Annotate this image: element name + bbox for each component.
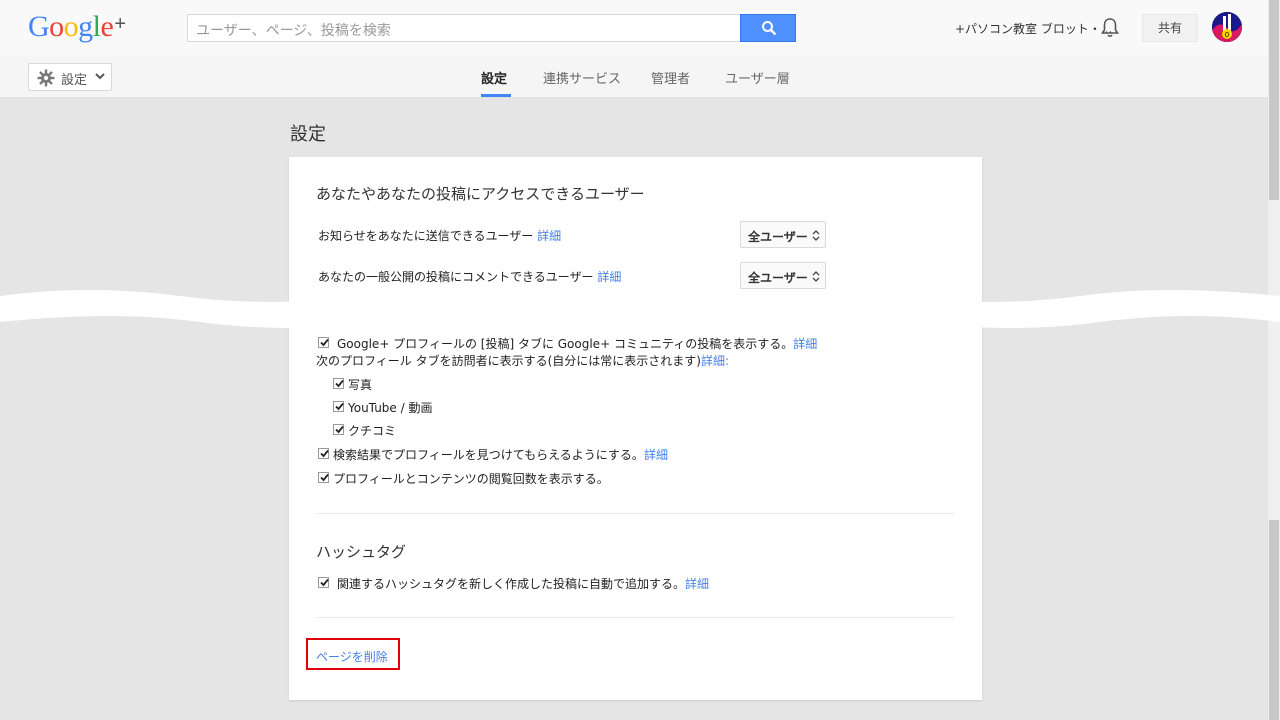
- check-icon: [320, 578, 329, 587]
- auto-hashtag-details-link[interactable]: 詳細: [685, 577, 709, 591]
- community-posts-label: Google+ プロフィールの [投稿] タブに Google+ コミュニティの…: [337, 337, 794, 351]
- view-counts-checkbox[interactable]: [318, 472, 329, 483]
- logo-plus: +: [114, 13, 126, 35]
- check-icon: [320, 338, 329, 347]
- logo-text: Google: [28, 10, 114, 43]
- comments-setting-label: あなたの一般公開の投稿にコメントできるユーザー: [318, 270, 594, 284]
- select-arrows-icon: [812, 230, 820, 241]
- comments-audience-select[interactable]: 全ユーザー: [740, 262, 826, 289]
- auto-hashtag-checkbox[interactable]: [318, 577, 329, 588]
- chevron-down-icon: [95, 73, 105, 80]
- check-icon: [335, 425, 344, 434]
- hashtag-section-title: ハッシュタグ: [316, 543, 407, 561]
- notifications-audience-value: 全ユーザー: [748, 230, 808, 244]
- tab-audience[interactable]: ユーザー層: [725, 68, 790, 87]
- page-title: 設定: [290, 124, 326, 145]
- avatar-icon: 0: [1212, 12, 1242, 42]
- auto-hashtag-label: 関連するハッシュタグを新しく作成した投稿に自動で追加する。: [337, 577, 686, 591]
- youtube-tab-label: YouTube / 動画: [348, 401, 433, 415]
- active-tab-indicator: [481, 94, 511, 97]
- access-section-title: あなたやあなたの投稿にアクセスできるユーザー: [316, 185, 645, 203]
- notifications-setting-label: お知らせをあなたに送信できるユーザー: [318, 229, 534, 243]
- visible-tabs-details-link[interactable]: 詳細:: [701, 354, 729, 368]
- notifications-audience-select[interactable]: 全ユーザー: [740, 221, 826, 248]
- share-button[interactable]: 共有: [1142, 14, 1198, 42]
- auto-hashtag-row: 関連するハッシュタグを新しく作成した投稿に自動で追加する。詳細: [337, 575, 709, 592]
- torn-page-edge: [0, 290, 1280, 328]
- reviews-tab-checkbox[interactable]: [333, 424, 344, 435]
- delete-page-link[interactable]: ページを削除: [316, 648, 388, 665]
- search-discovery-checkbox[interactable]: [318, 448, 329, 459]
- settings-menu-label: 設定: [61, 73, 88, 88]
- community-posts-details-link[interactable]: 詳細: [793, 337, 817, 351]
- reviews-tab-label: クチコミ: [348, 424, 397, 438]
- search-discovery-details-link[interactable]: 詳細: [644, 448, 668, 462]
- photos-tab-label: 写真: [348, 378, 373, 392]
- search-button[interactable]: [740, 14, 796, 42]
- avatar[interactable]: 0: [1212, 12, 1242, 42]
- sub-navigation: 設定 設定 連携サービス 管理者 ユーザー層: [0, 56, 1280, 98]
- search-input[interactable]: ユーザー、ページ、投稿を検索: [187, 14, 741, 42]
- comments-audience-value: 全ユーザー: [748, 271, 808, 285]
- scrollbar-thumb-lower[interactable]: [1269, 520, 1279, 720]
- check-icon: [335, 379, 344, 388]
- tab-connected-services[interactable]: 連携サービス: [543, 68, 621, 87]
- tab-managers[interactable]: 管理者: [651, 68, 690, 87]
- tab-settings[interactable]: 設定: [481, 68, 507, 87]
- view-counts-label: プロフィールとコンテンツの閲覧回数を表示する。: [333, 472, 609, 486]
- community-posts-checkbox[interactable]: [318, 337, 329, 348]
- account-name[interactable]: +パソコン教室 ブロット・...: [955, 20, 1112, 37]
- comments-details-link[interactable]: 詳細: [597, 270, 621, 284]
- visible-tabs-row: 次のプロフィール タブを訪問者に表示する(自分には常に表示されます)詳細:: [316, 352, 729, 369]
- photos-tab-checkbox[interactable]: [333, 378, 344, 389]
- community-posts-row: Google+ プロフィールの [投稿] タブに Google+ コミュニティの…: [337, 335, 817, 352]
- search-discovery-row: 検索結果でプロフィールを見つけてもらえるようにする。詳細: [333, 446, 668, 463]
- notifications-button[interactable]: [1100, 17, 1120, 43]
- check-icon: [320, 449, 329, 458]
- gear-icon: [37, 69, 55, 87]
- settings-menu-button[interactable]: 設定: [28, 63, 112, 91]
- svg-text:0: 0: [1225, 31, 1229, 39]
- check-icon: [320, 473, 329, 482]
- bell-icon: [1101, 18, 1119, 38]
- section-divider: [316, 617, 954, 618]
- google-plus-logo[interactable]: Google+: [28, 10, 126, 44]
- notifications-details-link[interactable]: 詳細: [537, 229, 561, 243]
- select-arrows-icon: [812, 271, 820, 282]
- section-divider: [316, 513, 954, 514]
- search-icon: [762, 21, 777, 36]
- youtube-tab-checkbox[interactable]: [333, 401, 344, 412]
- check-icon: [335, 402, 344, 411]
- search-discovery-label: 検索結果でプロフィールを見つけてもらえるようにする。: [333, 448, 644, 462]
- scrollbar-thumb[interactable]: [1269, 0, 1279, 200]
- notifications-setting-row: お知らせをあなたに送信できるユーザー 詳細: [318, 227, 561, 244]
- visible-tabs-label: 次のプロフィール タブを訪問者に表示する(自分には常に表示されます): [316, 354, 701, 368]
- top-bar: Google+ ユーザー、ページ、投稿を検索 +パソコン教室 ブロット・... …: [0, 0, 1280, 56]
- comments-setting-row: あなたの一般公開の投稿にコメントできるユーザー 詳細: [318, 268, 621, 285]
